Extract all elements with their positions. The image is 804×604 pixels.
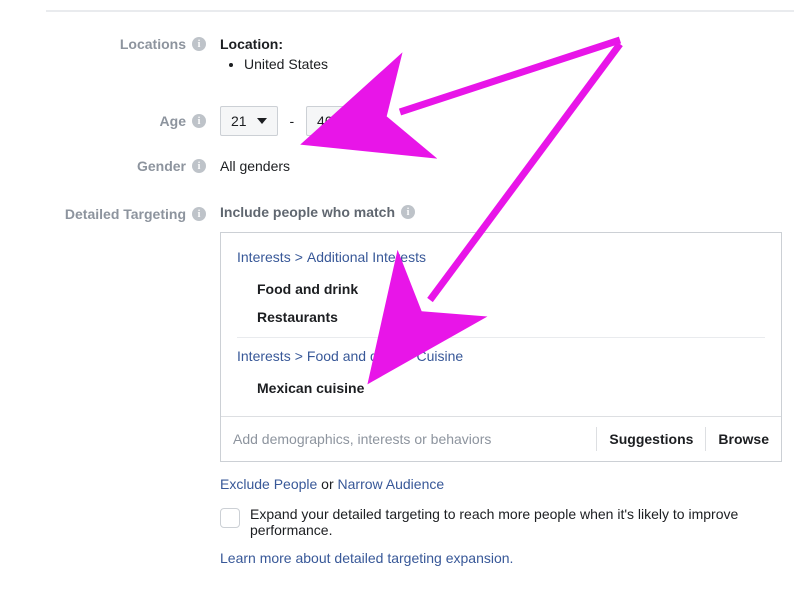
breadcrumb: Interests>Additional Interests xyxy=(237,249,765,265)
row-gender: Gender i All genders xyxy=(46,158,794,174)
age-content: 21 - 40 xyxy=(220,106,794,136)
section-divider xyxy=(46,10,794,12)
row-age: Age i 21 - 40 xyxy=(46,106,794,136)
caret-down-icon xyxy=(257,118,267,124)
expand-targeting-label: Expand your detailed targeting to reach … xyxy=(250,506,780,538)
label-locations-text: Locations xyxy=(120,36,186,52)
info-icon[interactable]: i xyxy=(192,114,206,128)
caret-down-icon xyxy=(343,118,353,124)
crumb-food-and-drink[interactable]: Food and drink xyxy=(307,348,400,364)
learn-more-link[interactable]: Learn more about detailed targeting expa… xyxy=(220,550,513,566)
targeting-input-bar: Suggestions Browse xyxy=(221,416,781,461)
location-list: United States xyxy=(220,56,794,72)
info-icon[interactable]: i xyxy=(192,159,206,173)
row-detailed-targeting: Detailed Targeting i Include people who … xyxy=(46,204,794,566)
include-label: Include people who match xyxy=(220,204,395,220)
label-detailed: Detailed Targeting i xyxy=(46,204,220,222)
suggestions-button[interactable]: Suggestions xyxy=(597,417,705,461)
or-text: or xyxy=(317,476,337,492)
expand-targeting-row: Expand your detailed targeting to reach … xyxy=(220,506,780,538)
locations-content: Location: United States xyxy=(220,36,794,72)
exclude-people-link[interactable]: Exclude People xyxy=(220,476,317,492)
breadcrumb: Interests>Food and drink>Cuisine xyxy=(237,348,765,364)
crumb-cuisine[interactable]: Cuisine xyxy=(416,348,463,364)
info-icon[interactable]: i xyxy=(401,205,415,219)
label-locations: Locations i xyxy=(46,36,220,52)
crumb-additional-interests[interactable]: Additional Interests xyxy=(307,249,426,265)
targeting-input[interactable] xyxy=(221,417,596,461)
gender-content: All genders xyxy=(220,158,794,174)
gender-value: All genders xyxy=(220,158,290,174)
include-heading: Include people who match i xyxy=(220,204,794,220)
targeting-item[interactable]: Mexican cuisine xyxy=(237,374,765,402)
row-locations: Locations i Location: United States xyxy=(46,36,794,72)
age-max-dropdown[interactable]: 40 xyxy=(306,106,364,136)
targeting-item[interactable]: Restaurants xyxy=(237,303,765,331)
targeting-panel: Interests>Additional Interests Food and … xyxy=(220,232,782,462)
divider xyxy=(237,337,765,338)
location-item: United States xyxy=(244,56,794,72)
narrow-audience-link[interactable]: Narrow Audience xyxy=(338,476,445,492)
age-min-dropdown[interactable]: 21 xyxy=(220,106,278,136)
label-gender: Gender i xyxy=(46,158,220,174)
targeting-panel-body: Interests>Additional Interests Food and … xyxy=(221,233,781,416)
info-icon[interactable]: i xyxy=(192,207,206,221)
crumb-sep: > xyxy=(404,348,412,364)
age-max-value: 40 xyxy=(317,113,333,129)
label-age-text: Age xyxy=(160,113,186,129)
crumb-interests[interactable]: Interests xyxy=(237,249,291,265)
crumb-sep: > xyxy=(295,249,303,265)
targeting-item[interactable]: Food and drink xyxy=(237,275,765,303)
crumb-sep: > xyxy=(295,348,303,364)
age-dash: - xyxy=(289,113,294,129)
location-header: Location: xyxy=(220,36,794,52)
browse-button[interactable]: Browse xyxy=(706,417,781,461)
expand-targeting-checkbox[interactable] xyxy=(220,508,240,528)
label-detailed-text: Detailed Targeting xyxy=(65,206,186,222)
info-icon[interactable]: i xyxy=(192,37,206,51)
label-gender-text: Gender xyxy=(137,158,186,174)
crumb-interests[interactable]: Interests xyxy=(237,348,291,364)
detailed-content: Include people who match i Interests>Add… xyxy=(220,204,794,566)
age-min-value: 21 xyxy=(231,113,247,129)
label-age: Age i xyxy=(46,113,220,129)
after-panel: Exclude People or Narrow Audience Expand… xyxy=(220,476,780,566)
